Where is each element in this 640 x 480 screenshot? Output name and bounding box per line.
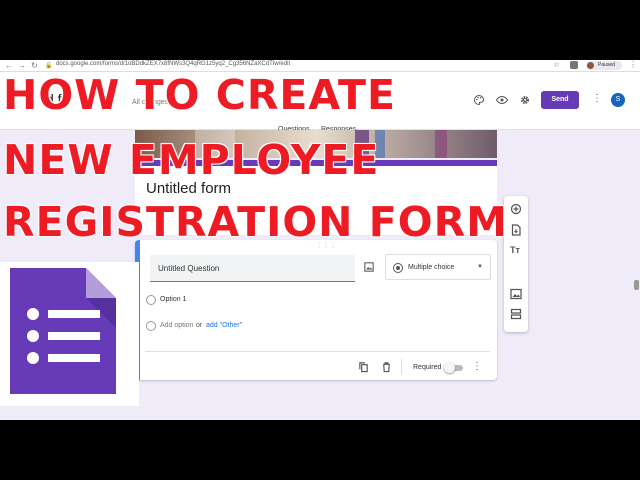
add-title-icon[interactable]: Tт — [510, 245, 520, 255]
trash-icon[interactable] — [381, 361, 392, 373]
radio-button-icon — [393, 263, 403, 273]
bookmark-star-icon[interactable]: ☆ — [553, 60, 560, 69]
question-type-label: Multiple choice — [408, 264, 455, 271]
add-image-icon[interactable] — [364, 262, 374, 272]
question-title-input[interactable]: Untitled Question — [150, 255, 355, 282]
profile-status: Paused — [598, 62, 615, 68]
add-section-icon[interactable] — [510, 308, 522, 320]
or-text: or — [196, 322, 203, 329]
question-card[interactable]: ⋮⋮⋮ Untitled Question Multiple choice ▼ — [135, 240, 497, 380]
toggle-knob[interactable] — [444, 362, 455, 373]
duplicate-icon[interactable] — [358, 361, 369, 373]
add-option-link[interactable]: Add option — [160, 322, 193, 329]
profile-avatar — [587, 62, 594, 69]
lock-icon: 🔒 — [45, 63, 53, 69]
reload-icon[interactable]: ↻ — [31, 61, 38, 70]
forms-logo-graphic — [10, 268, 116, 394]
question-type-dropdown[interactable]: Multiple choice ▼ — [385, 254, 491, 280]
required-label: Required — [413, 364, 442, 371]
address-bar[interactable]: docs.google.com/forms/d/1oBDdkZEX7x8fNWs… — [56, 61, 290, 67]
browser-menu-icon[interactable]: ⋮ — [629, 60, 637, 69]
add-option-radio — [146, 321, 156, 331]
scrollbar-thumb[interactable] — [634, 280, 639, 290]
overlay-title-line-3: REGISTRATION FORM — [3, 198, 508, 246]
profile-paused-chip[interactable]: Paused — [586, 61, 622, 70]
overlay-title-line-1: HOW TO CREATE — [3, 71, 396, 119]
chevron-down-icon: ▼ — [477, 264, 483, 270]
question-more-icon[interactable]: ⋮ — [472, 361, 482, 372]
extension-icon[interactable] — [570, 61, 578, 69]
overlay-title-line-2: NEW EMPLOYEE — [3, 136, 380, 184]
add-other-link[interactable]: add "Other" — [206, 322, 242, 329]
option-radio — [146, 295, 156, 305]
option-label[interactable]: Option 1 — [160, 296, 186, 303]
back-icon[interactable]: ← — [5, 61, 13, 70]
footer-divider — [401, 359, 402, 375]
google-forms-logo — [0, 262, 139, 406]
forward-icon[interactable]: → — [18, 61, 26, 70]
add-image-icon[interactable] — [510, 288, 522, 300]
card-divider — [145, 351, 490, 352]
